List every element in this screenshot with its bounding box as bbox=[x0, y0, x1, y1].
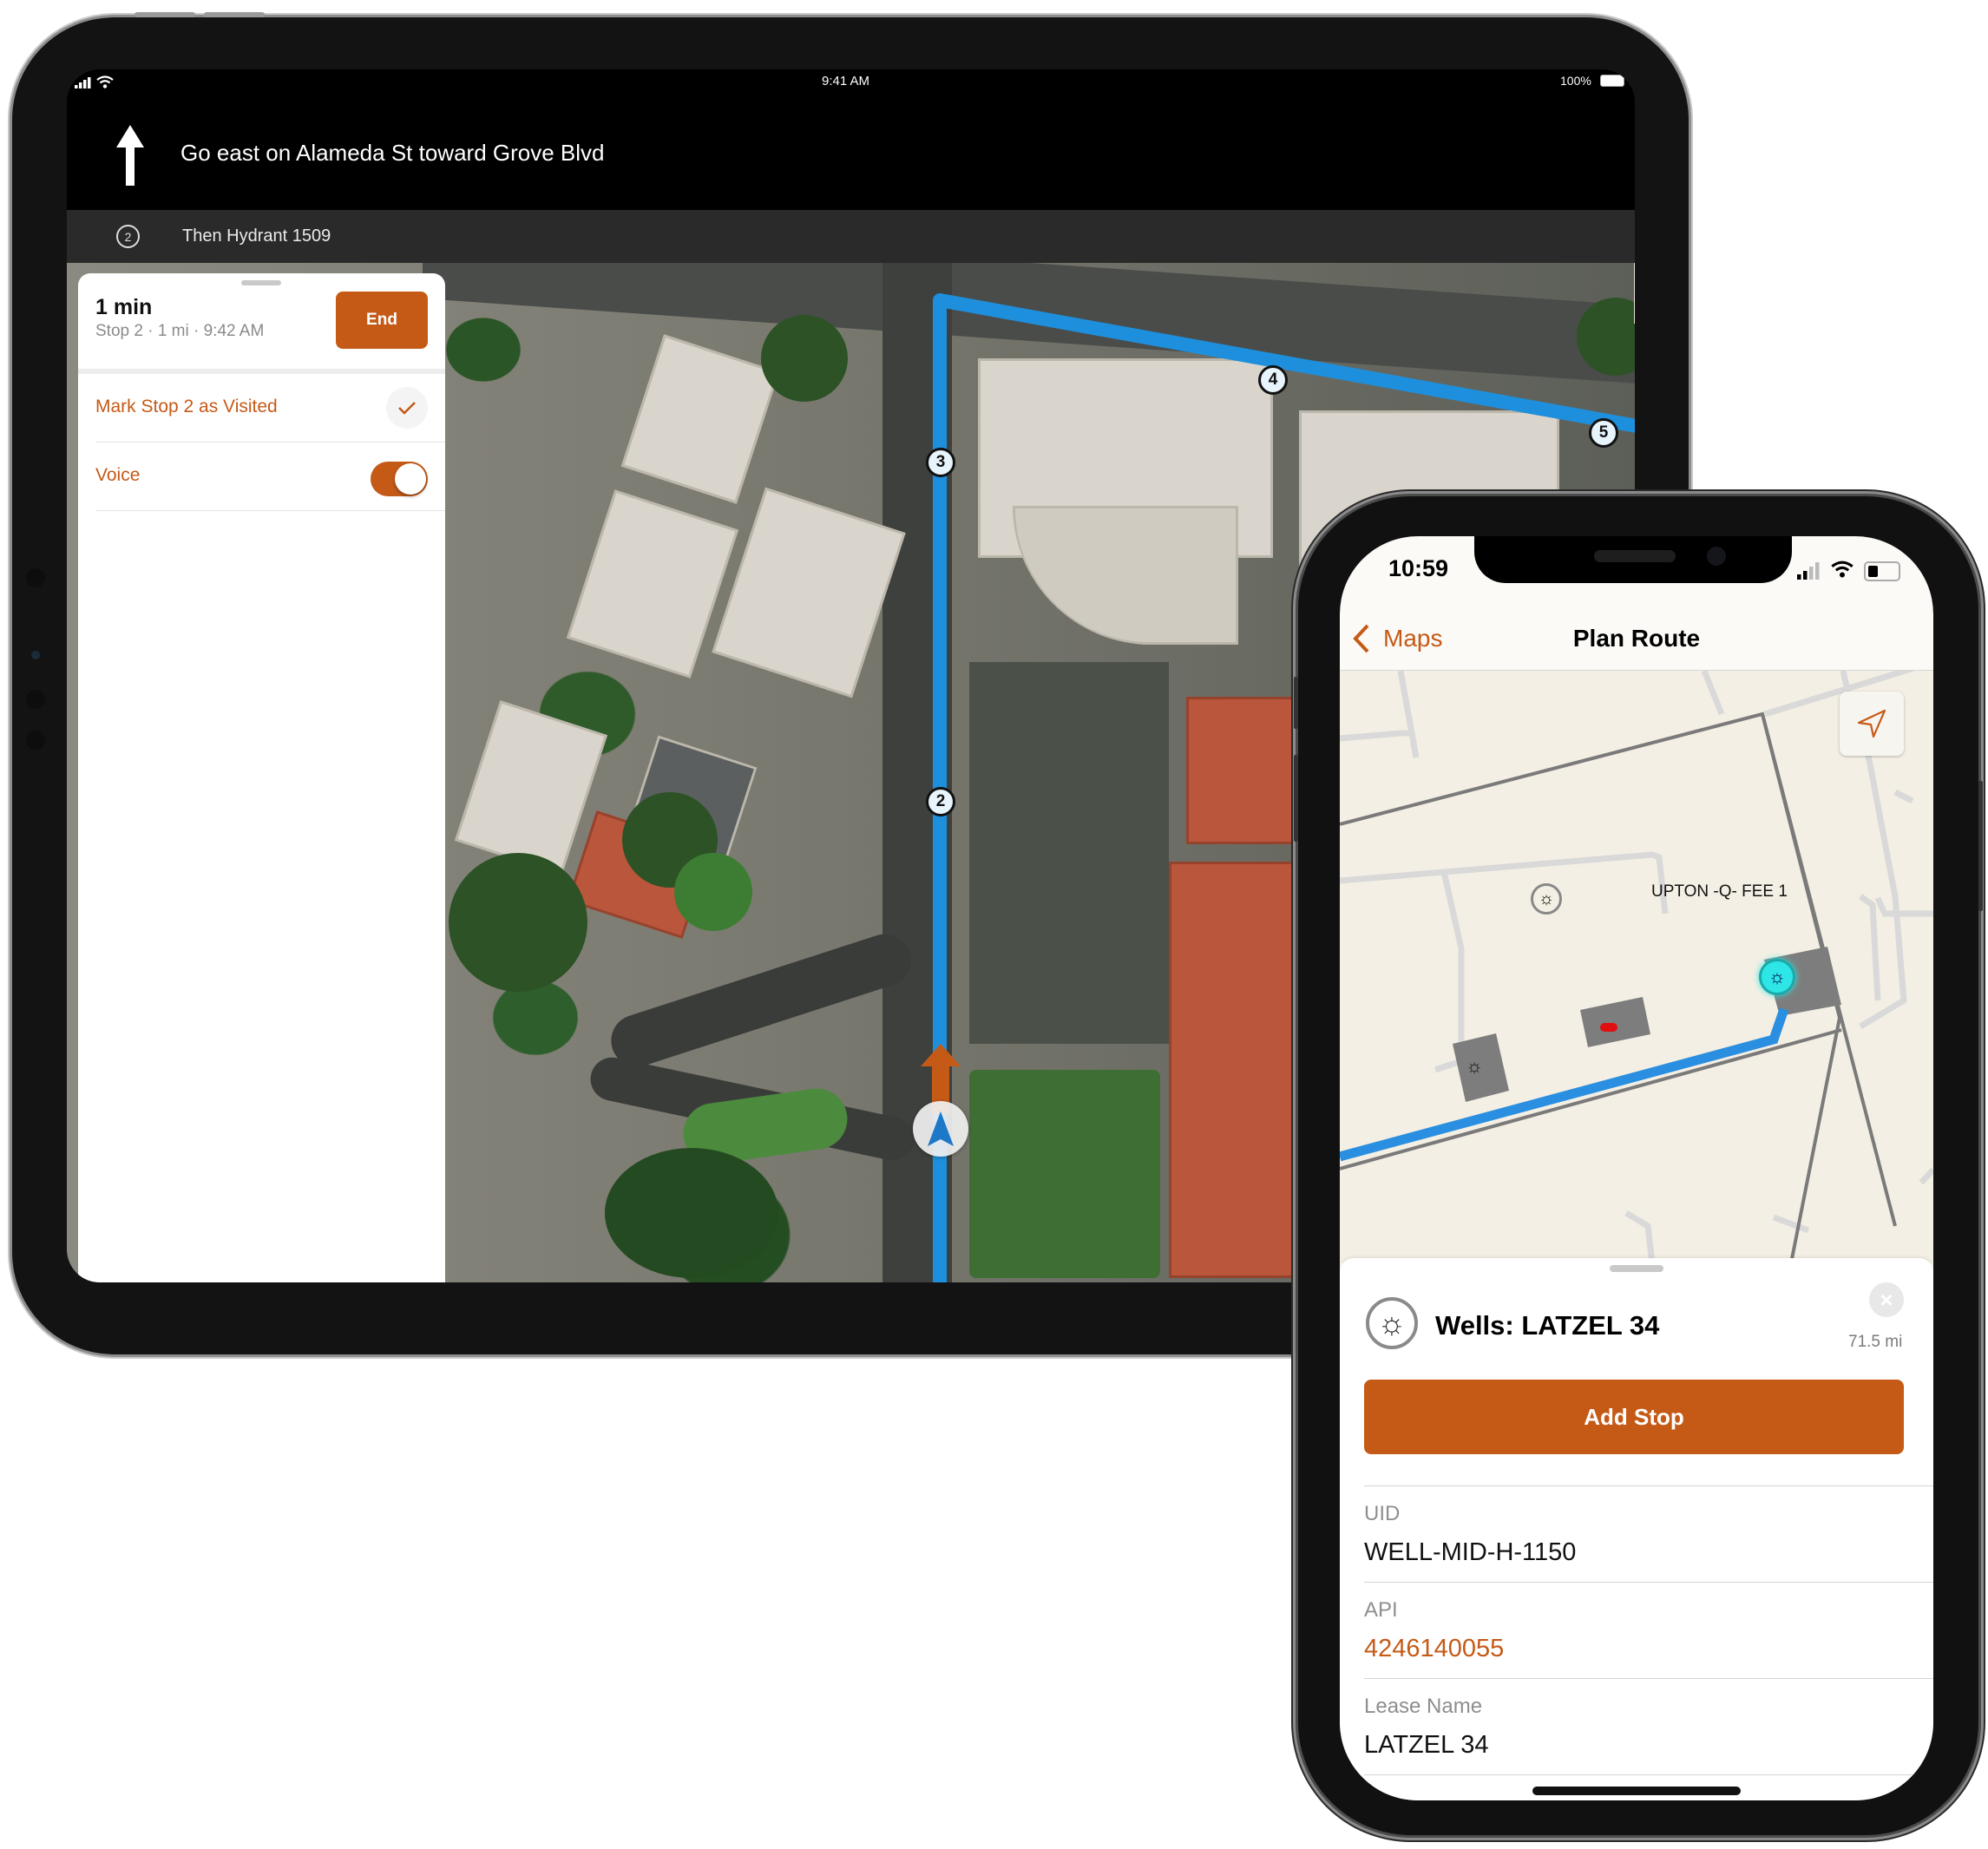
page-title: Plan Route bbox=[1572, 625, 1701, 652]
selected-well-marker-icon[interactable]: ☼ bbox=[1759, 959, 1795, 995]
phone-volume-button bbox=[1294, 755, 1298, 842]
wifi-icon bbox=[1831, 561, 1853, 578]
battery-percent: 100% bbox=[1560, 74, 1591, 88]
phone-status-time: 10:59 bbox=[1388, 555, 1449, 581]
phone-power-button bbox=[1978, 781, 1983, 911]
phone-screen: 10:59 Maps Plan Route ☼ UPTON -Q- FEE 1 … bbox=[1340, 536, 1933, 1800]
cellular-signal-icon bbox=[1797, 562, 1820, 580]
route-stop-marker[interactable]: 5 bbox=[1589, 418, 1618, 448]
next-step-text: Then Hydrant 1509 bbox=[182, 226, 331, 246]
battery-low-icon bbox=[1864, 561, 1900, 581]
field-label: UID bbox=[1364, 1502, 1401, 1525]
voice-row: Voice bbox=[95, 443, 445, 511]
well-map-label: UPTON -Q- FEE 1 bbox=[1651, 882, 1788, 901]
toggle-knob bbox=[395, 463, 426, 495]
location-arrow-icon bbox=[1857, 709, 1886, 738]
well-type-icon: ☼ bbox=[1366, 1297, 1418, 1349]
close-card-button[interactable]: × bbox=[1869, 1282, 1904, 1317]
navigation-panel: 1 min Stop 2 · 1 mi · 9:42 AM End Mark S… bbox=[78, 273, 445, 1282]
next-step-number-badge: 2 bbox=[116, 225, 140, 248]
distance-text: 71.5 mi bbox=[1848, 1333, 1903, 1351]
field-label: Lease Name bbox=[1364, 1695, 1483, 1718]
route-summary: Stop 2 · 1 mi · 9:42 AM bbox=[95, 322, 265, 340]
navigation-arrow-icon bbox=[928, 1111, 954, 1146]
locate-me-button[interactable] bbox=[1840, 692, 1904, 756]
cellular-signal-icon bbox=[75, 77, 91, 89]
tablet-top-button bbox=[135, 12, 195, 17]
field-api: API 4246140055 bbox=[1364, 1582, 1933, 1679]
tablet-status-bar: 9:41 AM 100% bbox=[67, 69, 1635, 95]
phone-side-button bbox=[1294, 677, 1298, 729]
wifi-icon bbox=[96, 75, 114, 89]
route-stop-marker[interactable]: 4 bbox=[1258, 365, 1288, 395]
voice-toggle[interactable] bbox=[371, 462, 428, 496]
end-route-button[interactable]: End bbox=[336, 292, 428, 349]
tablet-sensor-dot bbox=[26, 731, 45, 750]
tablet-sensor-dot bbox=[26, 690, 45, 709]
card-grabber[interactable] bbox=[1610, 1265, 1663, 1272]
field-value: WELL-MID-H-1150 bbox=[1364, 1538, 1577, 1566]
mark-visited-row[interactable]: Mark Stop 2 as Visited bbox=[95, 374, 445, 443]
mark-visited-button[interactable] bbox=[386, 387, 428, 429]
vector-map[interactable]: ☼ UPTON -Q- FEE 1 ☼ ☼ bbox=[1340, 670, 1933, 1263]
close-icon: × bbox=[1880, 1286, 1893, 1313]
home-indicator[interactable] bbox=[1532, 1787, 1741, 1795]
voice-label: Voice bbox=[95, 465, 141, 485]
field-uid: UID WELL-MID-H-1150 bbox=[1364, 1485, 1933, 1583]
checkmark-icon bbox=[398, 402, 416, 415]
tablet-sensor-dot bbox=[26, 568, 45, 587]
well-detail-card: ☼ Wells: LATZEL 34 × 71.5 mi Add Stop UI… bbox=[1340, 1258, 1933, 1800]
instruction-text: Go east on Alameda St toward Grove Blvd bbox=[180, 140, 605, 166]
phone-notch bbox=[1474, 536, 1792, 583]
card-title: Wells: LATZEL 34 bbox=[1435, 1310, 1660, 1341]
tablet-status-time: 9:41 AM bbox=[822, 74, 870, 89]
eta-text: 1 min bbox=[95, 295, 153, 319]
well-marker-icon[interactable]: ☼ bbox=[1531, 883, 1562, 915]
field-lease-name: Lease Name LATZEL 34 bbox=[1364, 1678, 1933, 1775]
field-label: API bbox=[1364, 1598, 1398, 1622]
route-stop-marker[interactable]: 3 bbox=[926, 448, 955, 477]
arrow-up-icon bbox=[116, 125, 144, 186]
add-stop-button[interactable]: Add Stop bbox=[1364, 1380, 1904, 1454]
field-value: LATZEL 34 bbox=[1364, 1731, 1489, 1759]
api-link[interactable]: 4246140055 bbox=[1364, 1635, 1504, 1663]
front-camera-icon bbox=[1707, 547, 1726, 566]
tablet-camera-icon bbox=[31, 651, 40, 659]
speaker-grille bbox=[1594, 550, 1676, 562]
current-location-puck bbox=[913, 1101, 968, 1157]
field-divider bbox=[1364, 1774, 1933, 1784]
route-stop-marker[interactable]: 2 bbox=[926, 787, 955, 816]
next-step-banner: 2 Then Hydrant 1509 bbox=[67, 210, 1635, 263]
panel-grabber[interactable] bbox=[241, 280, 281, 285]
well-symbol-icon[interactable]: ☼ bbox=[1466, 1055, 1483, 1078]
map-roads bbox=[1340, 671, 1933, 1263]
tablet-top-button bbox=[204, 12, 265, 17]
battery-full-icon bbox=[1600, 75, 1624, 87]
mark-visited-label: Mark Stop 2 as Visited bbox=[95, 397, 278, 416]
